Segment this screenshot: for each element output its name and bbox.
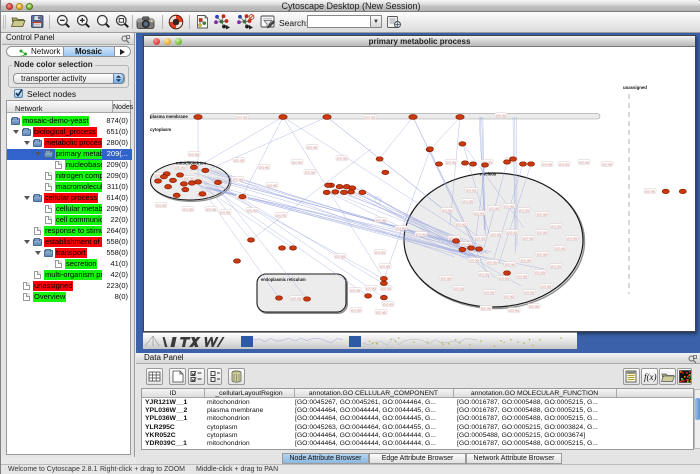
svg-text:[GO:00]: [GO:00]	[504, 294, 514, 298]
svg-text:[GO:00]: [GO:00]	[376, 218, 386, 222]
svg-text:[GO:00]: [GO:00]	[337, 156, 347, 160]
svg-text:[GO:00]: [GO:00]	[479, 272, 489, 276]
svg-text:f(x): f(x)	[644, 372, 657, 382]
svg-text:[GO:00]: [GO:00]	[521, 258, 531, 262]
svg-text:[GO:00]: [GO:00]	[441, 276, 451, 280]
svg-text:[GO:00]: [GO:00]	[517, 274, 527, 278]
svg-text:[GO:00]: [GO:00]	[505, 262, 515, 266]
svg-text:[GO:00]: [GO:00]	[463, 199, 473, 203]
svg-text:[GO:00]: [GO:00]	[442, 208, 452, 212]
svg-text:[GO:00]: [GO:00]	[541, 284, 551, 288]
svg-text:[GO:00]: [GO:00]	[351, 308, 361, 312]
svg-text:[GO:00]: [GO:00]	[567, 236, 577, 240]
svg-text:[GO:00]: [GO:00]	[375, 250, 385, 254]
svg-text:[GO:00]: [GO:00]	[416, 232, 426, 236]
svg-text:[GO:00]: [GO:00]	[496, 113, 506, 117]
svg-text:unassigned: unassigned	[623, 85, 647, 90]
svg-text:[GO:00]: [GO:00]	[291, 296, 301, 300]
svg-text:[GO:00]: [GO:00]	[259, 165, 269, 169]
svg-text:[GO:00]: [GO:00]	[507, 230, 517, 234]
svg-text:[GO:00]: [GO:00]	[183, 207, 193, 211]
svg-text:[GO:00]: [GO:00]	[491, 232, 501, 236]
svg-text:[GO:00]: [GO:00]	[489, 206, 499, 210]
svg-text:[GO:00]: [GO:00]	[487, 260, 497, 264]
svg-text:[GO:00]: [GO:00]	[233, 177, 243, 181]
svg-text:[GO:00]: [GO:00]	[475, 236, 485, 240]
svg-text:[GO:00]: [GO:00]	[504, 204, 514, 208]
svg-text:[GO:00]: [GO:00]	[466, 188, 476, 192]
svg-text:[GO:00]: [GO:00]	[396, 226, 406, 230]
svg-text:[GO:00]: [GO:00]	[555, 246, 565, 250]
svg-text:[GO:00]: [GO:00]	[645, 189, 655, 193]
svg-text:[GO:00]: [GO:00]	[454, 286, 464, 290]
svg-text:[GO:00]: [GO:00]	[456, 222, 466, 226]
svg-text:[GO:00]: [GO:00]	[579, 160, 589, 164]
svg-text:[GO:00]: [GO:00]	[474, 211, 484, 215]
svg-text:[GO:00]: [GO:00]	[537, 212, 547, 216]
svg-text:[GO:00]: [GO:00]	[551, 264, 561, 268]
svg-text:[GO:00]: [GO:00]	[537, 230, 547, 234]
svg-text:[GO:00]: [GO:00]	[220, 210, 230, 214]
svg-text:[GO:00]: [GO:00]	[206, 207, 216, 211]
svg-text:endoplasmic reticulum: endoplasmic reticulum	[261, 277, 306, 282]
svg-text:[GO:00]: [GO:00]	[523, 236, 533, 240]
svg-text:[GO:00]: [GO:00]	[350, 288, 360, 292]
svg-text:[GO:00]: [GO:00]	[537, 252, 547, 256]
svg-text:[GO:00]: [GO:00]	[234, 158, 244, 162]
svg-text:[GO:00]: [GO:00]	[292, 160, 302, 164]
svg-text:cytoplasm: cytoplasm	[150, 127, 171, 132]
svg-text:[GO:00]: [GO:00]	[366, 286, 376, 290]
svg-text:[GO:00]: [GO:00]	[175, 165, 185, 169]
svg-text:[GO:00]: [GO:00]	[335, 254, 345, 258]
svg-text:[GO:00]: [GO:00]	[509, 308, 519, 312]
svg-text:[GO:00]: [GO:00]	[529, 304, 539, 308]
svg-text:[GO:00]: [GO:00]	[305, 170, 315, 174]
svg-text:[GO:00]: [GO:00]	[524, 290, 534, 294]
svg-text:[GO:00]: [GO:00]	[481, 306, 491, 310]
svg-text:[GO:00]: [GO:00]	[559, 162, 569, 166]
svg-text:[GO:00]: [GO:00]	[276, 213, 286, 217]
svg-text:[GO:00]: [GO:00]	[237, 115, 247, 119]
svg-text:[GO:00]: [GO:00]	[551, 224, 561, 228]
svg-text:[GO:00]: [GO:00]	[381, 286, 391, 290]
svg-text:plasma membrane: plasma membrane	[150, 114, 188, 119]
svg-text:[GO:00]: [GO:00]	[247, 208, 257, 212]
svg-text:[GO:00]: [GO:00]	[469, 258, 479, 262]
svg-text:[GO:00]: [GO:00]	[267, 183, 277, 187]
svg-text:[GO:00]: [GO:00]	[189, 152, 199, 156]
svg-text:[GO:00]: [GO:00]	[484, 290, 494, 294]
svg-text:[GO:00]: [GO:00]	[376, 310, 386, 314]
svg-text:[GO:00]: [GO:00]	[156, 203, 166, 207]
svg-text:[GO:00]: [GO:00]	[535, 270, 545, 274]
svg-text:[GO:00]: [GO:00]	[602, 162, 612, 166]
svg-text:[GO:00]: [GO:00]	[184, 176, 194, 180]
svg-text:[GO:00]: [GO:00]	[519, 208, 529, 212]
svg-text:[GO:00]: [GO:00]	[365, 115, 375, 119]
svg-text:[GO:00]: [GO:00]	[446, 160, 456, 164]
svg-text:[GO:00]: [GO:00]	[542, 162, 552, 166]
svg-text:[GO:00]: [GO:00]	[380, 264, 390, 268]
svg-text:[GO:00]: [GO:00]	[383, 302, 393, 306]
svg-text:[GO:00]: [GO:00]	[499, 276, 509, 280]
svg-text:[GO:00]: [GO:00]	[307, 145, 317, 149]
